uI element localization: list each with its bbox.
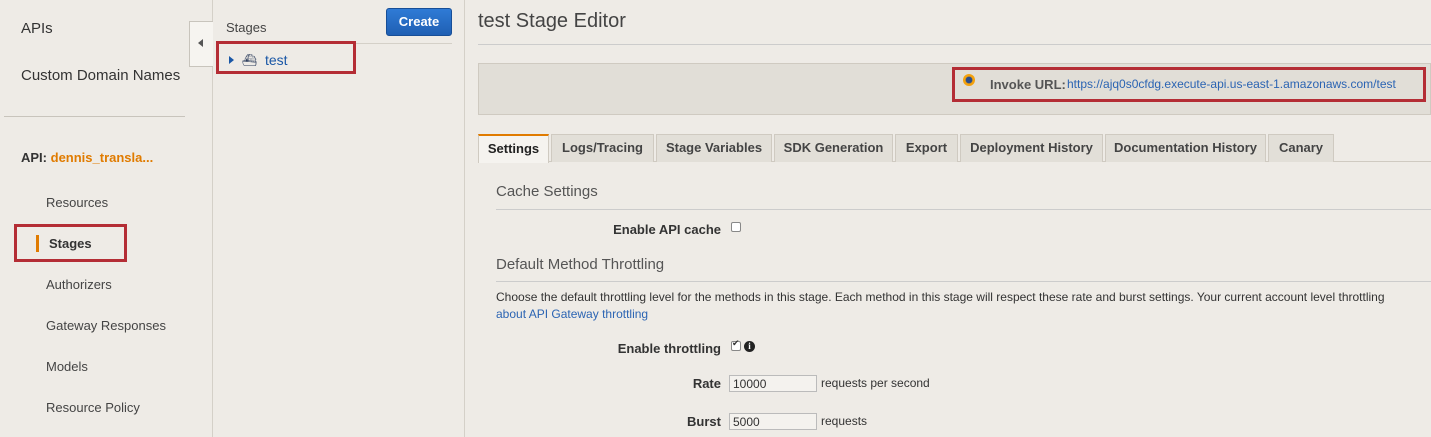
page-title: test Stage Editor — [478, 10, 626, 32]
tab-canary[interactable]: Canary — [1268, 134, 1334, 162]
tab-stage-variables[interactable]: Stage Variables — [656, 134, 772, 162]
nav-divider — [4, 116, 185, 117]
cache-section-divider — [496, 209, 1431, 210]
stage-highlight-box — [216, 41, 356, 74]
throttling-section-divider — [496, 281, 1431, 282]
burst-unit: requests — [821, 414, 868, 428]
invoke-url-highlight-box — [952, 67, 1426, 102]
stages-title: Stages — [226, 20, 267, 35]
burst-input[interactable] — [729, 413, 817, 430]
tab-logs-tracing[interactable]: Logs/Tracing — [551, 134, 654, 162]
rate-input[interactable] — [729, 375, 817, 392]
rate-unit: requests per second — [821, 376, 930, 390]
nav-item-resource-policy[interactable]: Resource Policy — [46, 400, 140, 415]
tab-settings[interactable]: Settings — [478, 134, 549, 163]
enable-api-cache-label: Enable API cache — [613, 222, 721, 237]
title-divider — [478, 44, 1431, 45]
tab-deployment-history[interactable]: Deployment History — [960, 134, 1103, 162]
chevron-left-icon — [198, 39, 203, 47]
api-name[interactable]: dennis_transla... — [51, 150, 154, 165]
nav-item-resources[interactable]: Resources — [46, 195, 108, 210]
nav-item-authorizers[interactable]: Authorizers — [46, 277, 112, 292]
left-navigation — [0, 0, 213, 437]
tab-export[interactable]: Export — [895, 134, 958, 162]
cache-settings-title: Cache Settings — [496, 183, 598, 200]
throttling-description: Choose the default throttling level for … — [496, 290, 1385, 304]
api-name-header[interactable]: API: dennis_transla... — [21, 150, 153, 165]
throttling-title: Default Method Throttling — [496, 256, 665, 273]
nav-apis-link[interactable]: APIs — [21, 20, 53, 37]
tab-sdk-generation[interactable]: SDK Generation — [774, 134, 893, 162]
rate-label: Rate — [692, 376, 721, 391]
nav-item-gateway-responses[interactable]: Gateway Responses — [46, 318, 166, 333]
enable-api-cache-checkbox[interactable] — [731, 222, 741, 232]
enable-throttling-label: Enable throttling — [617, 341, 721, 356]
throttling-docs-link[interactable]: about API Gateway throttling — [496, 307, 648, 321]
api-prefix: API: — [21, 150, 47, 165]
create-stage-button[interactable]: Create — [386, 8, 452, 36]
tab-documentation-history[interactable]: Documentation History — [1105, 134, 1266, 162]
info-icon[interactable]: i — [744, 341, 755, 352]
collapse-nav-button[interactable] — [189, 21, 213, 67]
nav-item-models[interactable]: Models — [46, 359, 88, 374]
stages-highlight-box — [14, 224, 127, 262]
nav-custom-domain-names-link[interactable]: Custom Domain Names — [21, 67, 180, 84]
burst-label: Burst — [687, 414, 721, 429]
enable-throttling-checkbox[interactable] — [731, 338, 741, 351]
